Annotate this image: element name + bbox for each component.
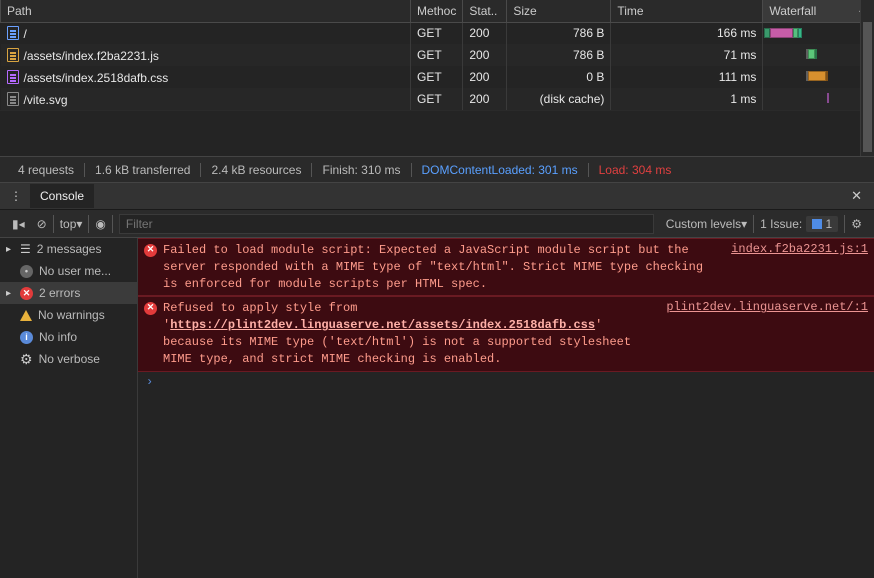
status-transferred: 1.6 kB transferred <box>85 163 201 177</box>
error-source-link[interactable]: plint2dev.linguaserve.net/:1 <box>666 300 868 314</box>
live-expression-icon[interactable]: ◉ <box>89 217 111 231</box>
user-circle-icon: • <box>20 265 33 278</box>
message-nav: ▸ ☰ 2 messages • No user me... ▸ ✕ 2 err… <box>0 238 138 578</box>
file-js-icon <box>7 48 19 62</box>
warning-triangle-icon <box>20 310 32 321</box>
file-css-icon <box>7 70 19 84</box>
log-levels-selector[interactable]: Custom levels <box>660 217 753 231</box>
status-requests: 4 requests <box>8 163 85 177</box>
nav-warnings[interactable]: No warnings <box>0 304 137 326</box>
status-resources: 2.4 kB resources <box>201 163 312 177</box>
console-error-message[interactable]: ✕ Failed to load module script: Expected … <box>138 238 874 296</box>
cell-status: 200 <box>463 22 507 44</box>
cell-status: 200 <box>463 66 507 88</box>
col-time[interactable]: Time <box>611 0 763 22</box>
network-status-bar: 4 requests 1.6 kB transferred 2.4 kB res… <box>0 156 874 182</box>
cell-path[interactable]: /assets/index.f2ba2231.js <box>1 44 411 66</box>
cell-method: GET <box>411 44 463 66</box>
network-panel: Path Methoc Stat.. Size Time Waterfall▲ … <box>0 0 874 156</box>
error-circle-icon: ✕ <box>20 287 33 300</box>
col-method[interactable]: Methoc <box>411 0 463 22</box>
info-circle-icon: i <box>20 331 33 344</box>
messages-stack-icon: ☰ <box>20 242 31 256</box>
cell-waterfall <box>763 88 874 110</box>
col-path[interactable]: Path <box>1 0 411 22</box>
console-messages: ✕ Failed to load module script: Expected … <box>138 238 874 578</box>
cell-time: 166 ms <box>611 22 763 44</box>
network-table-header-row: Path Methoc Stat.. Size Time Waterfall▲ <box>1 0 874 22</box>
error-source-link[interactable]: index.f2ba2231.js:1 <box>731 242 868 256</box>
nav-verbose[interactable]: ⚙ No verbose <box>0 348 137 370</box>
network-row[interactable]: /assets/index.f2ba2231.jsGET200786 B71 m… <box>1 44 874 66</box>
cell-time: 1 ms <box>611 88 763 110</box>
nav-warnings-label: No warnings <box>38 308 105 322</box>
nav-verbose-label: No verbose <box>39 352 100 366</box>
error-message-text: Failed to load module script: Expected a… <box>163 242 719 292</box>
console-drawer-tabbar: ⋮ Console ✕ <box>0 182 874 210</box>
nav-info[interactable]: i No info <box>0 326 137 348</box>
network-empty-space <box>0 110 874 156</box>
cell-waterfall <box>763 44 874 66</box>
col-waterfall[interactable]: Waterfall▲ <box>763 0 874 22</box>
network-row[interactable]: /assets/index.2518dafb.cssGET2000 B111 m… <box>1 66 874 88</box>
drawer-menu-icon[interactable]: ⋮ <box>10 189 22 203</box>
nav-info-label: No info <box>39 330 77 344</box>
console-tab[interactable]: Console <box>30 184 94 208</box>
cell-size: 0 B <box>507 66 611 88</box>
cell-method: GET <box>411 22 463 44</box>
cell-size: 786 B <box>507 22 611 44</box>
filter-input[interactable] <box>119 214 654 234</box>
status-finish: Finish: 310 ms <box>312 163 411 177</box>
col-status[interactable]: Stat.. <box>463 0 507 22</box>
cell-status: 200 <box>463 88 507 110</box>
cell-time: 111 ms <box>611 66 763 88</box>
console-prompt[interactable]: › <box>138 372 874 392</box>
file-html-icon <box>7 26 19 40</box>
network-row[interactable]: /vite.svgGET200(disk cache)1 ms <box>1 88 874 110</box>
cell-path[interactable]: / <box>1 22 411 44</box>
cell-waterfall <box>763 22 874 44</box>
cell-path[interactable]: /vite.svg <box>1 88 411 110</box>
cell-status: 200 <box>463 44 507 66</box>
error-message-text: Refused to apply style from 'https://pli… <box>163 300 654 367</box>
console-error-message[interactable]: ✕ Refused to apply style from 'https://pl… <box>138 296 874 371</box>
nav-user-messages[interactable]: • No user me... <box>0 260 137 282</box>
cell-method: GET <box>411 66 463 88</box>
cell-time: 71 ms <box>611 44 763 66</box>
caret-right-icon: ▸ <box>6 244 14 255</box>
nav-errors-label: 2 errors <box>39 286 80 300</box>
console-settings-icon[interactable]: ⚙ <box>845 217 868 231</box>
cell-path[interactable]: /assets/index.2518dafb.css <box>1 66 411 88</box>
console-body: ▸ ☰ 2 messages • No user me... ▸ ✕ 2 err… <box>0 238 874 578</box>
scrollbar-thumb[interactable] <box>863 22 872 152</box>
nav-messages[interactable]: ▸ ☰ 2 messages <box>0 238 137 260</box>
file-img-icon <box>7 92 19 106</box>
network-table: Path Methoc Stat.. Size Time Waterfall▲ … <box>0 0 874 110</box>
network-row[interactable]: /GET200786 B166 ms <box>1 22 874 44</box>
caret-right-icon: ▸ <box>6 288 14 299</box>
nav-messages-label: 2 messages <box>37 242 102 256</box>
network-scrollbar[interactable] <box>860 0 874 156</box>
col-size[interactable]: Size <box>507 0 611 22</box>
status-domcontentloaded: DOMContentLoaded: 301 ms <box>412 163 589 177</box>
cell-method: GET <box>411 88 463 110</box>
console-filter-bar: ▮◂ ⊘ top ◉ Custom levels 1 Issue: 1 ⚙ <box>0 210 874 238</box>
toggle-sidebar-icon[interactable]: ▮◂ <box>6 217 31 231</box>
verbose-gear-icon: ⚙ <box>20 351 33 368</box>
clear-console-icon[interactable]: ⊘ <box>31 217 53 231</box>
issues-button[interactable]: 1 Issue: 1 <box>754 216 844 232</box>
context-selector[interactable]: top <box>54 217 89 231</box>
status-load: Load: 304 ms <box>589 163 682 177</box>
issue-square-icon <box>812 219 822 229</box>
cell-size: (disk cache) <box>507 88 611 110</box>
nav-errors[interactable]: ▸ ✕ 2 errors <box>0 282 137 304</box>
cell-size: 786 B <box>507 44 611 66</box>
close-drawer-icon[interactable]: ✕ <box>851 188 862 204</box>
cell-waterfall <box>763 66 874 88</box>
error-circle-icon: ✕ <box>144 302 157 315</box>
error-circle-icon: ✕ <box>144 244 157 257</box>
nav-user-label: No user me... <box>39 264 111 278</box>
